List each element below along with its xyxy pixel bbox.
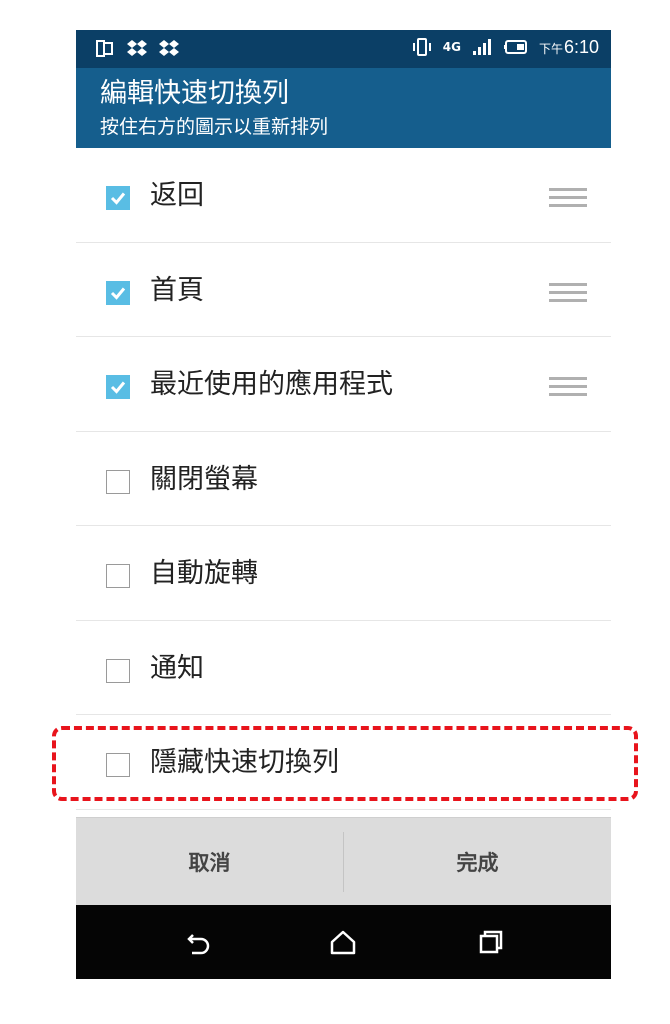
drag-handle-icon[interactable] [549,188,587,208]
list-item-label: 首頁 [150,274,204,306]
dropbox-icon [127,40,147,56]
checkbox[interactable] [106,658,130,683]
dropbox-icon [159,40,179,56]
battery-icon [503,40,527,54]
title-bar: 編輯快速切換列 按住右方的圖示以重新排列 [76,68,611,148]
4g-icon: 4G [442,40,461,54]
checkbox-checked[interactable] [106,280,130,305]
checkbox[interactable] [106,564,130,588]
check-icon [110,192,126,205]
back-icon[interactable] [183,927,213,957]
list-item[interactable]: 最近使用的應用程式 [76,337,611,432]
time-period: 下午 [538,41,563,56]
page-title: 編輯快速切換列 [100,78,289,109]
list-item-label: 通知 [150,652,204,684]
list-item[interactable]: 自動旋轉 [76,526,611,621]
list-item[interactable]: 首頁 [76,242,611,337]
check-icon [110,381,126,394]
check-icon [110,287,126,300]
checkbox-checked[interactable] [106,375,130,399]
list-item-label: 最近使用的應用程式 [150,369,393,400]
drag-handle-icon[interactable] [549,282,587,303]
screen-icon [96,40,113,57]
quick-toggle-list: 返回 首頁 最近使用的應用程式 關閉螢幕 自動旋轉 通知 隱藏快速切換列 [76,148,611,810]
done-button[interactable]: 完成 [344,818,611,906]
list-item-label: 自動旋轉 [150,558,258,589]
clock: 6:10 [563,36,599,57]
list-item-label: 返回 [150,180,204,211]
status-bar: 4G 下午6:10 [76,30,611,68]
list-item[interactable]: 通知 [76,620,611,715]
action-button-bar: 取消 完成 [76,817,611,905]
recent-apps-icon[interactable] [476,927,506,957]
signal-icon [472,39,491,55]
drag-handle-icon[interactable] [549,377,587,397]
highlight-box [52,726,638,801]
vibrate-icon [412,38,431,56]
home-icon[interactable] [328,927,358,957]
list-item[interactable]: 關閉螢幕 [76,431,611,526]
checkbox[interactable] [106,469,130,494]
checkbox-checked[interactable] [106,186,130,210]
cancel-button[interactable]: 取消 [76,818,343,906]
list-item-label: 關閉螢幕 [150,463,258,495]
page-subtitle: 按住右方的圖示以重新排列 [100,116,329,138]
phone-screen: 4G 下午6:10 編輯快速切換列 按住右方的圖示以重新排列 返回首頁最近使用的… [76,30,611,979]
navigation-bar [76,905,611,979]
list-item[interactable]: 返回 [76,148,611,243]
